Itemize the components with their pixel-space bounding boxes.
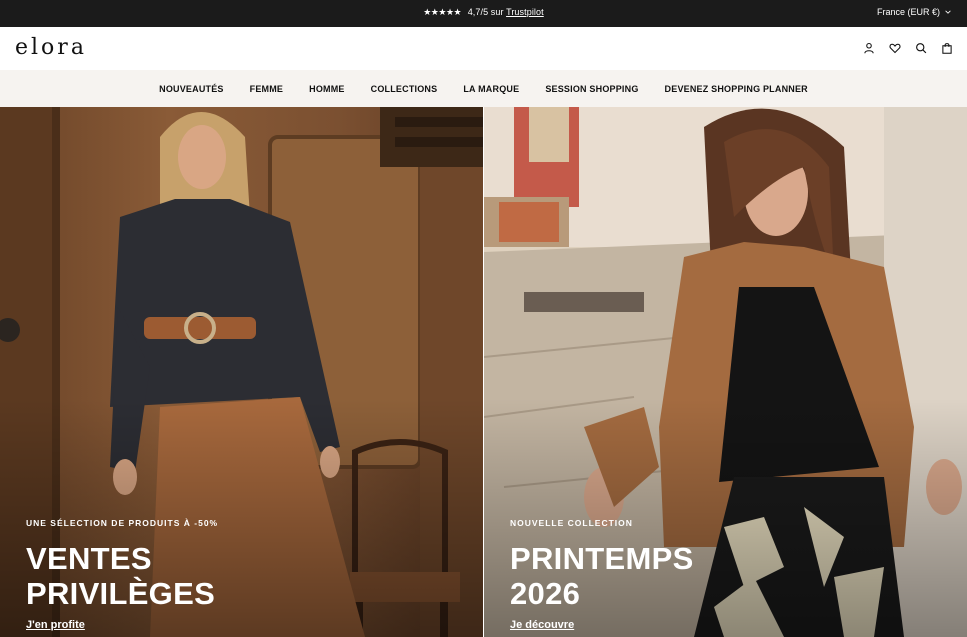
hero-headline-line1: PRINTEMPS — [510, 541, 694, 576]
hero-headline-line1: VENTES — [26, 541, 152, 576]
main-navigation: NOUVEAUTÉS FEMME HOMME COLLECTIONS LA MA… — [0, 70, 967, 107]
header-actions — [863, 42, 953, 54]
hero-headline: PRINTEMPS 2026 — [510, 541, 694, 611]
search-icon[interactable] — [915, 42, 927, 54]
announcement-bar: ★★★★★ 4,7/5 sur Trustpilot France (EUR €… — [0, 0, 967, 27]
rating-stars: ★★★★★ — [423, 7, 462, 17]
user-icon[interactable] — [863, 42, 875, 54]
hero-banner-ventes-privileges[interactable]: UNE SÉLECTION DE PRODUITS À -50% VENTES … — [0, 107, 483, 637]
nav-item-femme[interactable]: FEMME — [237, 84, 297, 94]
trustpilot-rating: ★★★★★ 4,7/5 sur Trustpilot — [0, 7, 967, 18]
rating-text: 4,7/5 sur — [467, 7, 504, 17]
nav-item-session-shopping[interactable]: SESSION SHOPPING — [532, 84, 651, 94]
nav-item-nouveautes[interactable]: NOUVEAUTÉS — [146, 84, 237, 94]
country-selector[interactable]: France (EUR €) — [877, 7, 951, 17]
hero-eyebrow: NOUVELLE COLLECTION — [510, 518, 633, 528]
country-label: France (EUR €) — [876, 7, 940, 17]
trustpilot-link[interactable]: Trustpilot — [506, 7, 544, 17]
brand-logo[interactable]: elora — [15, 35, 87, 60]
site-header: elora — [0, 27, 967, 70]
hero-eyebrow: UNE SÉLECTION DE PRODUITS À -50% — [26, 518, 219, 528]
chevron-down-icon — [945, 10, 951, 14]
nav-item-homme[interactable]: HOMME — [296, 84, 358, 94]
hero-headline-line2: 2026 — [510, 576, 581, 611]
nav-item-la-marque[interactable]: LA MARQUE — [450, 84, 532, 94]
nav-item-collections[interactable]: COLLECTIONS — [358, 84, 451, 94]
hero-cta-link[interactable]: Je découvre — [510, 619, 574, 631]
hero-cta-link[interactable]: J'en profite — [26, 619, 85, 631]
bag-icon[interactable] — [941, 42, 953, 54]
nav-item-shopping-planner[interactable]: DEVENEZ SHOPPING PLANNER — [652, 84, 821, 94]
hero-headline: VENTES PRIVILÈGES — [26, 541, 215, 611]
hero-headline-line2: PRIVILÈGES — [26, 576, 216, 611]
hero-banner-printemps-2026[interactable]: NOUVELLE COLLECTION PRINTEMPS 2026 Je dé… — [484, 107, 967, 637]
heart-icon[interactable] — [889, 42, 901, 54]
